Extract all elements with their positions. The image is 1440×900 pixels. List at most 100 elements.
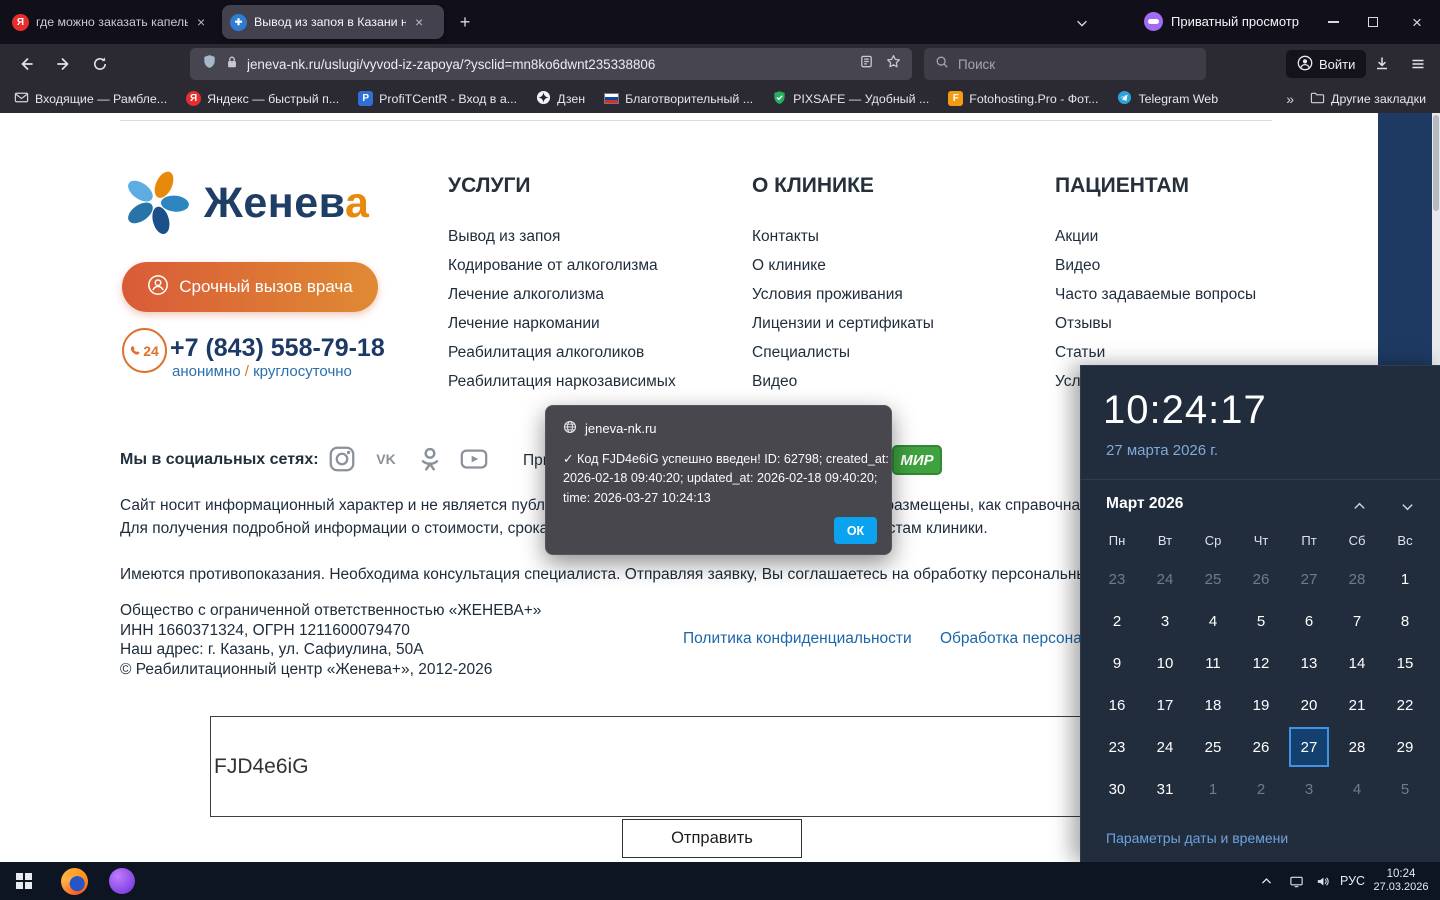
urgent-call-button[interactable]: Срочный вызов врача xyxy=(122,262,378,312)
browser-tab-2-active[interactable]: ✚ Вывод из запоя в Казани на дому × xyxy=(222,5,444,39)
calendar-day[interactable]: 25 xyxy=(1189,726,1237,768)
taskbar-app-button[interactable] xyxy=(100,862,144,900)
lock-icon[interactable] xyxy=(225,55,239,74)
footer-nav-link[interactable]: Условия проживания xyxy=(752,280,934,309)
calendar-month-label[interactable]: Март 2026 xyxy=(1106,495,1183,513)
calendar-day[interactable]: 24 xyxy=(1141,558,1189,600)
footer-nav-link[interactable]: Специалисты xyxy=(752,338,934,367)
instagram-icon[interactable] xyxy=(326,443,358,475)
taskbar-firefox-button[interactable] xyxy=(52,862,96,900)
tray-expand-chevron[interactable] xyxy=(1252,862,1280,900)
calendar-day[interactable]: 28 xyxy=(1333,558,1381,600)
footer-nav-link[interactable]: Видео xyxy=(1055,251,1256,280)
calendar-day[interactable]: 5 xyxy=(1381,768,1429,810)
odnoklassniki-icon[interactable] xyxy=(414,443,446,475)
tracking-shield-icon[interactable] xyxy=(202,54,217,74)
bookmark-dzen[interactable]: Дзен xyxy=(536,90,585,108)
forward-button[interactable] xyxy=(56,56,72,72)
calendar-day[interactable]: 23 xyxy=(1093,558,1141,600)
taskbar-clock[interactable]: 10:24 27.03.2026 xyxy=(1370,862,1432,900)
calendar-day[interactable]: 1 xyxy=(1381,558,1429,600)
calendar-day[interactable]: 20 xyxy=(1285,684,1333,726)
bookmark-rambler-mail[interactable]: Входящие — Рамбле... xyxy=(14,90,167,108)
footer-nav-link[interactable]: Статьи xyxy=(1055,338,1256,367)
downloads-icon[interactable] xyxy=(1374,56,1390,72)
list-all-tabs-chevron-icon[interactable] xyxy=(1072,13,1092,33)
calendar-day[interactable]: 24 xyxy=(1141,726,1189,768)
privacy-policy-link[interactable]: Политика конфиденциальности xyxy=(683,630,912,648)
calendar-day[interactable]: 26 xyxy=(1237,558,1285,600)
footer-nav-link[interactable]: Реабилитация алкоголиков xyxy=(448,338,676,367)
calendar-day[interactable]: 5 xyxy=(1237,600,1285,642)
browser-tab-1[interactable]: Я где можно заказать капельницу от запоя… xyxy=(4,5,218,39)
login-button[interactable]: Войти xyxy=(1286,50,1366,78)
calendar-day[interactable]: 11 xyxy=(1189,642,1237,684)
calendar-day[interactable]: 19 xyxy=(1237,684,1285,726)
language-indicator[interactable]: РУС xyxy=(1340,862,1365,900)
footer-nav-link[interactable]: О клинике xyxy=(752,251,934,280)
window-close-button[interactable]: × xyxy=(1404,9,1430,35)
reader-mode-icon[interactable] xyxy=(859,54,874,74)
footer-nav-link[interactable]: Отзывы xyxy=(1055,309,1256,338)
calendar-day[interactable]: 18 xyxy=(1189,684,1237,726)
calendar-next-chevron-icon[interactable] xyxy=(1395,494,1419,518)
calendar-day[interactable]: 23 xyxy=(1093,726,1141,768)
footer-nav-link[interactable]: Лечение наркомании xyxy=(448,309,676,338)
calendar-day[interactable]: 31 xyxy=(1141,768,1189,810)
footer-nav-link[interactable]: Акции xyxy=(1055,222,1256,251)
scrollbar-thumb[interactable] xyxy=(1433,115,1439,211)
calendar-day[interactable]: 12 xyxy=(1237,642,1285,684)
calendar-day[interactable]: 15 xyxy=(1381,642,1429,684)
footer-nav-link[interactable]: Реабилитация наркозависимых xyxy=(448,367,676,396)
calendar-day[interactable]: 4 xyxy=(1333,768,1381,810)
calendar-day[interactable]: 25 xyxy=(1189,558,1237,600)
calendar-day[interactable]: 2 xyxy=(1237,768,1285,810)
calendar-day[interactable]: 9 xyxy=(1093,642,1141,684)
calendar-day[interactable]: 16 xyxy=(1093,684,1141,726)
url-bar[interactable]: jeneva-nk.ru/uslugi/vyvod-iz-zapoya/?ysc… xyxy=(190,48,912,80)
calendar-day[interactable]: 21 xyxy=(1333,684,1381,726)
footer-nav-link[interactable]: Часто задаваемые вопросы xyxy=(1055,280,1256,309)
bookmark-yandex[interactable]: Я Яндекс — быстрый п... xyxy=(186,91,339,106)
back-button[interactable] xyxy=(18,56,34,72)
tab-close-icon[interactable]: × xyxy=(195,14,207,30)
phone-number[interactable]: +7 (843) 558-79-18 xyxy=(170,334,385,363)
bookmark-telegram[interactable]: Telegram Web xyxy=(1117,90,1218,108)
menu-hamburger-icon[interactable] xyxy=(1410,56,1426,72)
calendar-day[interactable]: 30 xyxy=(1093,768,1141,810)
calendar-day[interactable]: 4 xyxy=(1189,600,1237,642)
other-bookmarks-folder[interactable]: Другие закладки xyxy=(1310,90,1426,108)
code-input[interactable] xyxy=(210,716,1213,817)
window-maximize-button[interactable] xyxy=(1360,9,1386,35)
search-bar[interactable]: Поиск xyxy=(924,48,1206,80)
bookmark-star-icon[interactable] xyxy=(886,54,901,74)
calendar-day[interactable]: 7 xyxy=(1333,600,1381,642)
bookmark-charity[interactable]: Благотворительный ... xyxy=(604,92,753,106)
tab-close-icon[interactable]: × xyxy=(413,14,425,30)
alert-ok-button[interactable]: ОК xyxy=(834,517,877,544)
bookmarks-overflow-chevron[interactable]: » xyxy=(1286,91,1294,107)
calendar-day[interactable]: 27 xyxy=(1285,558,1333,600)
bookmark-profitcentr[interactable]: P ProfiTCentR - Вход в а... xyxy=(358,91,517,106)
footer-nav-link[interactable]: Видео xyxy=(752,367,934,396)
tray-display-icon[interactable] xyxy=(1284,862,1308,900)
reload-button[interactable] xyxy=(92,56,108,72)
date-time-settings-link[interactable]: Параметры даты и времени xyxy=(1106,830,1288,846)
vk-icon[interactable]: VK xyxy=(370,443,402,475)
footer-nav-link[interactable]: Лечение алкоголизма xyxy=(448,280,676,309)
calendar-day[interactable]: 10 xyxy=(1141,642,1189,684)
tray-volume-icon[interactable] xyxy=(1310,862,1334,900)
bookmark-pixsafe[interactable]: PIXSAFE — Удобный ... xyxy=(772,90,929,108)
youtube-icon[interactable] xyxy=(458,443,490,475)
submit-button[interactable]: Отправить xyxy=(622,819,802,858)
calendar-day[interactable]: 2 xyxy=(1093,600,1141,642)
calendar-day[interactable]: 6 xyxy=(1285,600,1333,642)
bookmark-fotohosting[interactable]: F Fotohosting.Pro - Фот... xyxy=(948,91,1098,106)
calendar-day[interactable]: 27 xyxy=(1285,726,1333,768)
clinic-logo-text[interactable]: Женева xyxy=(204,179,369,228)
calendar-prev-chevron-icon[interactable] xyxy=(1347,494,1371,518)
window-minimize-button[interactable] xyxy=(1320,9,1346,35)
calendar-day[interactable]: 8 xyxy=(1381,600,1429,642)
calendar-day[interactable]: 28 xyxy=(1333,726,1381,768)
footer-nav-link[interactable]: Контакты xyxy=(752,222,934,251)
